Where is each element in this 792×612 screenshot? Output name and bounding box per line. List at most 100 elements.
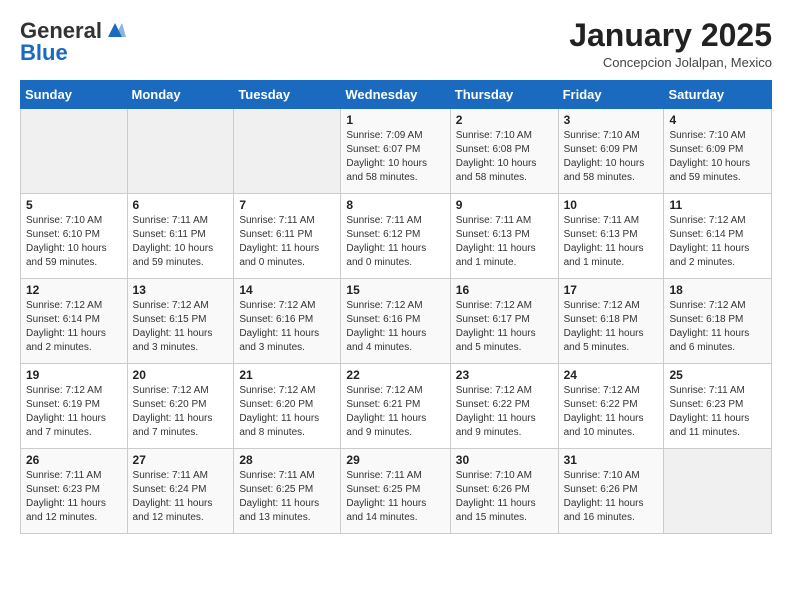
calendar-week-1: 5 Sunrise: 7:10 AM Sunset: 6:10 PM Daylig… xyxy=(21,194,772,279)
day-number: 9 xyxy=(456,198,553,212)
calendar-cell: 31 Sunrise: 7:10 AM Sunset: 6:26 PM Dayli… xyxy=(558,449,664,534)
calendar-table: SundayMondayTuesdayWednesdayThursdayFrid… xyxy=(20,80,772,534)
day-info: Sunrise: 7:12 AM Sunset: 6:22 PM Dayligh… xyxy=(564,384,659,440)
calendar-cell: 26 Sunrise: 7:11 AM Sunset: 6:23 PM Dayli… xyxy=(21,449,128,534)
calendar-cell xyxy=(127,109,234,194)
calendar-cell: 3 Sunrise: 7:10 AM Sunset: 6:09 PM Daylig… xyxy=(558,109,664,194)
month-title: January 2025 xyxy=(569,18,772,53)
day-info: Sunrise: 7:11 AM Sunset: 6:13 PM Dayligh… xyxy=(456,214,553,270)
day-info: Sunrise: 7:12 AM Sunset: 6:20 PM Dayligh… xyxy=(133,384,229,440)
day-info: Sunrise: 7:11 AM Sunset: 6:25 PM Dayligh… xyxy=(239,469,335,525)
day-number: 19 xyxy=(26,368,122,382)
calendar-cell: 12 Sunrise: 7:12 AM Sunset: 6:14 PM Dayli… xyxy=(21,279,128,364)
day-number: 20 xyxy=(133,368,229,382)
calendar-cell: 4Sunrise: 7:10 AM Sunset: 6:09 PM Daylig… xyxy=(664,109,772,194)
day-info: Sunrise: 7:10 AM Sunset: 6:08 PM Dayligh… xyxy=(456,129,553,185)
day-number: 3 xyxy=(564,113,659,127)
calendar-cell: 16 Sunrise: 7:12 AM Sunset: 6:17 PM Dayli… xyxy=(450,279,558,364)
day-number: 15 xyxy=(346,283,444,297)
calendar-cell: 15 Sunrise: 7:12 AM Sunset: 6:16 PM Dayli… xyxy=(341,279,450,364)
day-info: Sunrise: 7:11 AM Sunset: 6:23 PM Dayligh… xyxy=(26,469,122,525)
calendar-cell: 8Sunrise: 7:11 AM Sunset: 6:12 PM Daylig… xyxy=(341,194,450,279)
day-number: 28 xyxy=(239,453,335,467)
day-info: Sunrise: 7:10 AM Sunset: 6:10 PM Dayligh… xyxy=(26,214,122,270)
calendar-cell: 6Sunrise: 7:11 AM Sunset: 6:11 PM Daylig… xyxy=(127,194,234,279)
day-info: Sunrise: 7:12 AM Sunset: 6:14 PM Dayligh… xyxy=(669,214,766,270)
col-header-thursday: Thursday xyxy=(450,81,558,109)
calendar-week-2: 12 Sunrise: 7:12 AM Sunset: 6:14 PM Dayli… xyxy=(21,279,772,364)
calendar-cell: 13 Sunrise: 7:12 AM Sunset: 6:15 PM Dayli… xyxy=(127,279,234,364)
day-number: 6 xyxy=(133,198,229,212)
day-number: 30 xyxy=(456,453,553,467)
day-number: 26 xyxy=(26,453,122,467)
calendar-cell xyxy=(234,109,341,194)
day-number: 7 xyxy=(239,198,335,212)
calendar-cell: 23 Sunrise: 7:12 AM Sunset: 6:22 PM Dayli… xyxy=(450,364,558,449)
day-info: Sunrise: 7:11 AM Sunset: 6:12 PM Dayligh… xyxy=(346,214,444,270)
calendar-week-3: 19 Sunrise: 7:12 AM Sunset: 6:19 PM Dayli… xyxy=(21,364,772,449)
day-number: 5 xyxy=(26,198,122,212)
calendar-cell: 11 Sunrise: 7:12 AM Sunset: 6:14 PM Dayli… xyxy=(664,194,772,279)
calendar-cell xyxy=(664,449,772,534)
day-number: 29 xyxy=(346,453,444,467)
day-number: 10 xyxy=(564,198,659,212)
calendar-cell: 22 Sunrise: 7:12 AM Sunset: 6:21 PM Dayli… xyxy=(341,364,450,449)
location-text: Concepcion Jolalpan, Mexico xyxy=(569,55,772,70)
day-number: 12 xyxy=(26,283,122,297)
day-number: 31 xyxy=(564,453,659,467)
calendar-cell: 30 Sunrise: 7:10 AM Sunset: 6:26 PM Dayli… xyxy=(450,449,558,534)
calendar-cell: 7 Sunrise: 7:11 AM Sunset: 6:11 PM Daylig… xyxy=(234,194,341,279)
day-number: 25 xyxy=(669,368,766,382)
day-number: 27 xyxy=(133,453,229,467)
col-header-monday: Monday xyxy=(127,81,234,109)
day-info: Sunrise: 7:10 AM Sunset: 6:09 PM Dayligh… xyxy=(564,129,659,185)
col-header-sunday: Sunday xyxy=(21,81,128,109)
day-number: 14 xyxy=(239,283,335,297)
day-info: Sunrise: 7:12 AM Sunset: 6:18 PM Dayligh… xyxy=(564,299,659,355)
day-info: Sunrise: 7:10 AM Sunset: 6:26 PM Dayligh… xyxy=(456,469,553,525)
day-info: Sunrise: 7:09 AM Sunset: 6:07 PM Dayligh… xyxy=(346,129,444,185)
calendar-cell: 21Sunrise: 7:12 AM Sunset: 6:20 PM Dayli… xyxy=(234,364,341,449)
day-number: 23 xyxy=(456,368,553,382)
day-info: Sunrise: 7:10 AM Sunset: 6:26 PM Dayligh… xyxy=(564,469,659,525)
day-number: 2 xyxy=(456,113,553,127)
day-info: Sunrise: 7:12 AM Sunset: 6:19 PM Dayligh… xyxy=(26,384,122,440)
calendar-cell: 9 Sunrise: 7:11 AM Sunset: 6:13 PM Daylig… xyxy=(450,194,558,279)
day-info: Sunrise: 7:12 AM Sunset: 6:14 PM Dayligh… xyxy=(26,299,122,355)
day-info: Sunrise: 7:12 AM Sunset: 6:20 PM Dayligh… xyxy=(239,384,335,440)
calendar-cell: 29 Sunrise: 7:11 AM Sunset: 6:25 PM Dayli… xyxy=(341,449,450,534)
day-number: 4 xyxy=(669,113,766,127)
title-block: January 2025 Concepcion Jolalpan, Mexico xyxy=(569,18,772,70)
logo-icon xyxy=(104,19,126,41)
day-number: 1 xyxy=(346,113,444,127)
day-info: Sunrise: 7:11 AM Sunset: 6:24 PM Dayligh… xyxy=(133,469,229,525)
day-number: 17 xyxy=(564,283,659,297)
day-info: Sunrise: 7:12 AM Sunset: 6:17 PM Dayligh… xyxy=(456,299,553,355)
day-number: 11 xyxy=(669,198,766,212)
day-info: Sunrise: 7:11 AM Sunset: 6:25 PM Dayligh… xyxy=(346,469,444,525)
calendar-cell: 27 Sunrise: 7:11 AM Sunset: 6:24 PM Dayli… xyxy=(127,449,234,534)
calendar-cell xyxy=(21,109,128,194)
calendar-cell: 14 Sunrise: 7:12 AM Sunset: 6:16 PM Dayli… xyxy=(234,279,341,364)
day-info: Sunrise: 7:11 AM Sunset: 6:23 PM Dayligh… xyxy=(669,384,766,440)
calendar-cell: 28 Sunrise: 7:11 AM Sunset: 6:25 PM Dayli… xyxy=(234,449,341,534)
day-number: 13 xyxy=(133,283,229,297)
day-info: Sunrise: 7:12 AM Sunset: 6:16 PM Dayligh… xyxy=(346,299,444,355)
day-number: 22 xyxy=(346,368,444,382)
day-number: 16 xyxy=(456,283,553,297)
day-info: Sunrise: 7:11 AM Sunset: 6:13 PM Dayligh… xyxy=(564,214,659,270)
day-info: Sunrise: 7:11 AM Sunset: 6:11 PM Dayligh… xyxy=(239,214,335,270)
day-info: Sunrise: 7:12 AM Sunset: 6:22 PM Dayligh… xyxy=(456,384,553,440)
day-info: Sunrise: 7:12 AM Sunset: 6:16 PM Dayligh… xyxy=(239,299,335,355)
calendar-cell: 10 Sunrise: 7:11 AM Sunset: 6:13 PM Dayli… xyxy=(558,194,664,279)
col-header-wednesday: Wednesday xyxy=(341,81,450,109)
col-header-saturday: Saturday xyxy=(664,81,772,109)
col-header-friday: Friday xyxy=(558,81,664,109)
calendar-cell: 19 Sunrise: 7:12 AM Sunset: 6:19 PM Dayli… xyxy=(21,364,128,449)
calendar-week-4: 26 Sunrise: 7:11 AM Sunset: 6:23 PM Dayli… xyxy=(21,449,772,534)
day-number: 24 xyxy=(564,368,659,382)
day-info: Sunrise: 7:12 AM Sunset: 6:21 PM Dayligh… xyxy=(346,384,444,440)
calendar-week-0: 1 Sunrise: 7:09 AM Sunset: 6:07 PM Daylig… xyxy=(21,109,772,194)
day-info: Sunrise: 7:12 AM Sunset: 6:15 PM Dayligh… xyxy=(133,299,229,355)
calendar-cell: 25 Sunrise: 7:11 AM Sunset: 6:23 PM Dayli… xyxy=(664,364,772,449)
